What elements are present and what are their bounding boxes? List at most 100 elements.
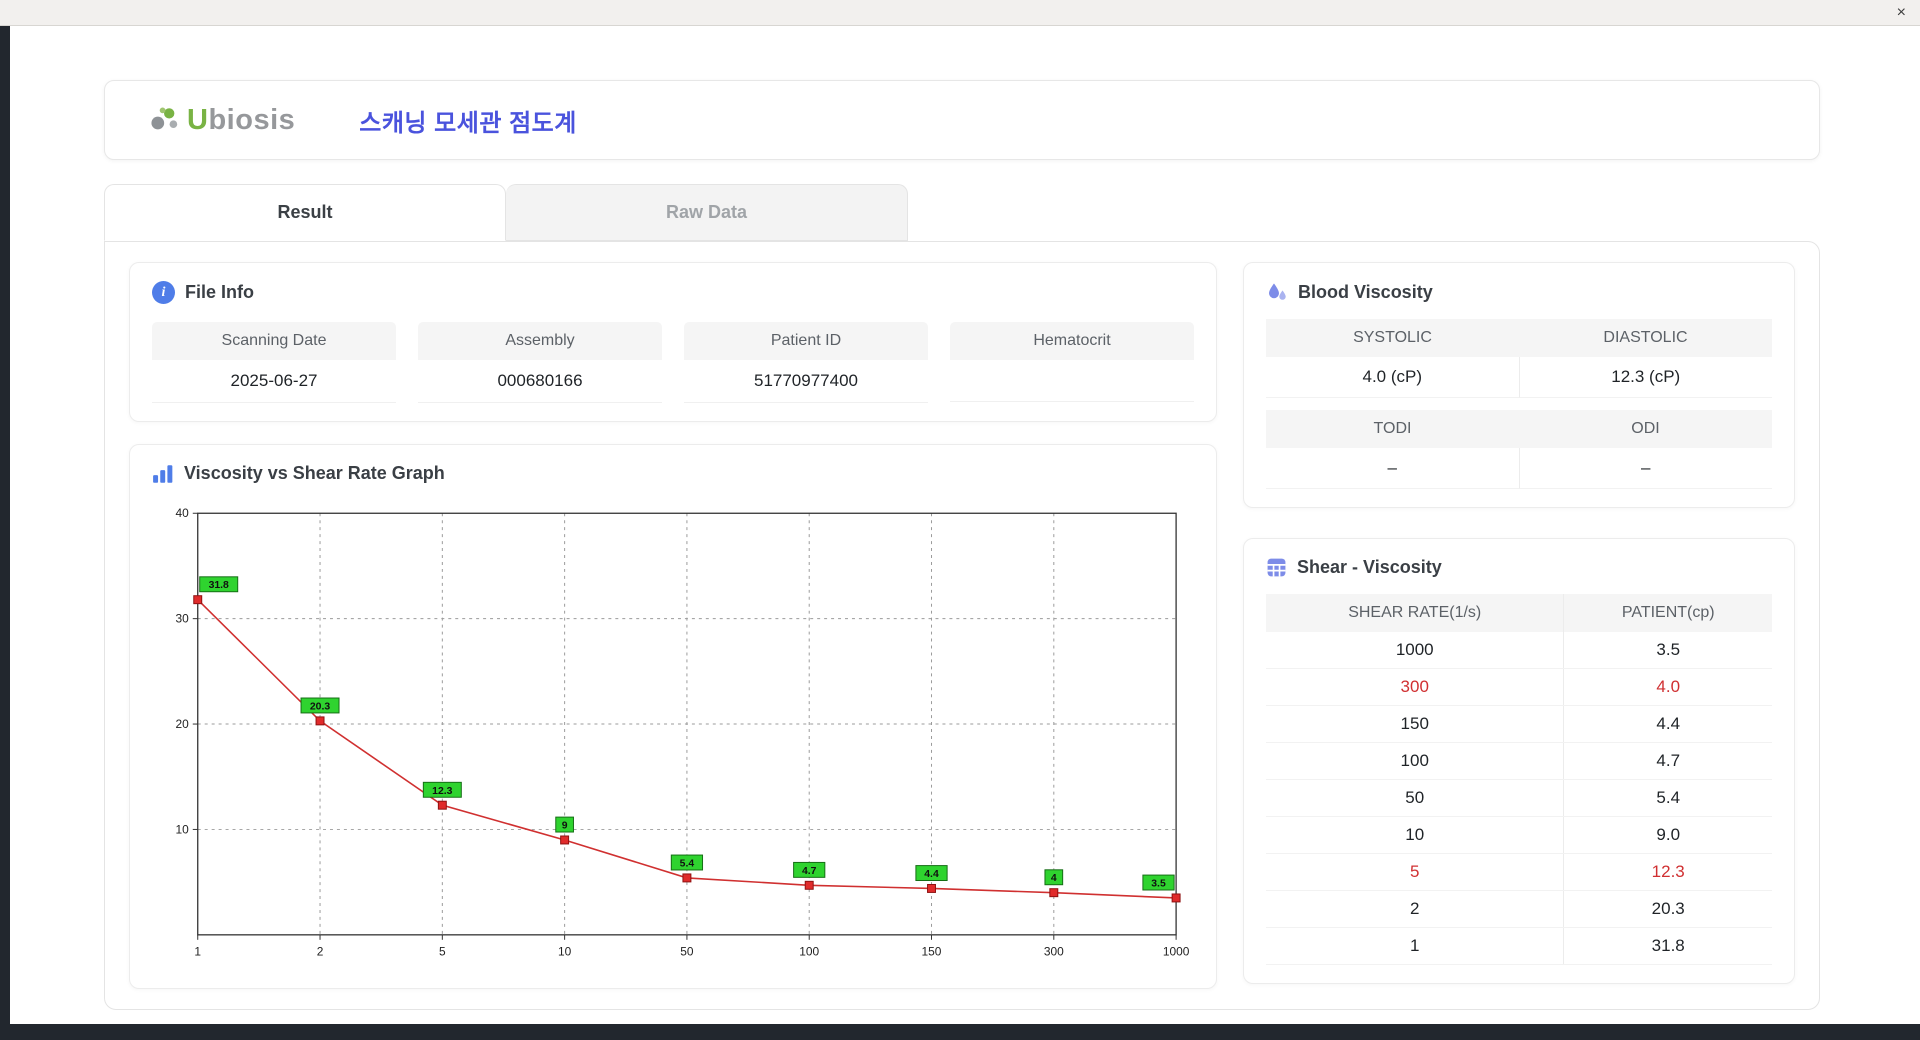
app-window: Ubiosis 스캐닝 모세관 점도계 Result Raw Data i Fi… — [10, 26, 1920, 1024]
blood-viscosity-header: Blood Viscosity — [1266, 281, 1772, 303]
graph-title: Viscosity vs Shear Rate Graph — [184, 463, 445, 483]
svg-text:30: 30 — [176, 612, 190, 626]
diastolic-label: DIASTOLIC — [1519, 319, 1772, 357]
right-column: Blood Viscosity SYSTOLIC DIASTOLIC 4.0 (… — [1243, 262, 1795, 989]
systolic-label: SYSTOLIC — [1266, 319, 1519, 357]
shear-viscosity-row: 100 4.7 — [1266, 742, 1772, 780]
shear-rate-cell: 150 — [1266, 705, 1564, 743]
patient-viscosity-cell: 3.5 — [1563, 632, 1772, 669]
svg-text:150: 150 — [922, 945, 942, 959]
blood-viscosity-title: Blood Viscosity — [1298, 281, 1433, 302]
shear-rate-cell: 10 — [1266, 816, 1564, 854]
svg-text:9: 9 — [562, 821, 568, 832]
shear-viscosity-row: 50 5.4 — [1266, 779, 1772, 817]
window-titlebar: × — [0, 0, 1920, 26]
shear-rate-cell: 2 — [1266, 890, 1564, 928]
file-info-field: Assembly 000680166 — [418, 322, 662, 403]
patient-viscosity-cell: 4.0 — [1563, 668, 1772, 706]
shear-viscosity-row: 150 4.4 — [1266, 705, 1772, 743]
shear-rate-cell: 5 — [1266, 853, 1564, 891]
field-label: Assembly — [418, 322, 662, 360]
shear-viscosity-header: Shear - Viscosity — [1266, 557, 1772, 578]
svg-text:31.8: 31.8 — [209, 580, 229, 591]
svg-text:40: 40 — [176, 506, 190, 520]
bar-chart-icon — [153, 464, 173, 483]
app-header: Ubiosis 스캐닝 모세관 점도계 — [104, 80, 1820, 160]
shear-viscosity-row: 300 4.0 — [1266, 668, 1772, 706]
col-shear-rate: SHEAR RATE(1/s) — [1266, 594, 1564, 632]
shear-viscosity-row: 10 9.0 — [1266, 816, 1772, 854]
svg-text:100: 100 — [799, 945, 819, 959]
patient-viscosity-cell: 4.4 — [1563, 705, 1772, 743]
table-icon — [1267, 558, 1286, 577]
todi-label: TODI — [1266, 410, 1519, 448]
field-value — [950, 360, 1194, 402]
logo-text: Ubiosis — [187, 104, 295, 137]
svg-text:4: 4 — [1051, 873, 1057, 884]
file-info-fields: Scanning Date 2025-06-27 Assembly 000680166… — [152, 322, 1194, 403]
patient-viscosity-cell: 20.3 — [1563, 890, 1772, 928]
svg-text:12.3: 12.3 — [432, 786, 452, 797]
patient-viscosity-cell: 9.0 — [1563, 816, 1772, 854]
shear-viscosity-row: 5 12.3 — [1266, 853, 1772, 891]
todi-value: – — [1266, 448, 1519, 489]
file-info-card: i File Info Scanning Date 2025-06-27 Assem… — [129, 262, 1217, 422]
svg-text:20.3: 20.3 — [310, 701, 330, 712]
shear-rate-cell: 300 — [1266, 668, 1564, 706]
svg-text:1000: 1000 — [1163, 945, 1190, 959]
info-icon: i — [152, 281, 175, 304]
col-patient: PATIENT(cp) — [1563, 594, 1772, 632]
ubiosis-logo: Ubiosis — [147, 102, 295, 138]
svg-text:2: 2 — [317, 945, 324, 959]
logo-leaf-icon — [151, 107, 178, 130]
shear-rate-cell: 1000 — [1266, 632, 1564, 669]
tab-raw-data[interactable]: Raw Data — [506, 184, 908, 241]
blood-viscosity-grid: SYSTOLIC DIASTOLIC 4.0 (cP) 12.3 (cP) TO… — [1266, 319, 1772, 489]
shear-viscosity-row: 1 31.8 — [1266, 927, 1772, 965]
svg-text:4.7: 4.7 — [802, 866, 817, 877]
diastolic-value: 12.3 (cP) — [1518, 357, 1772, 398]
logo-letters-rest: biosis — [208, 103, 296, 136]
systolic-value: 4.0 (cP) — [1266, 357, 1519, 398]
divider — [1266, 398, 1772, 410]
field-value: 000680166 — [418, 360, 662, 403]
field-label: Patient ID — [684, 322, 928, 360]
patient-viscosity-cell: 5.4 — [1563, 779, 1772, 817]
svg-text:300: 300 — [1044, 945, 1064, 959]
blood-viscosity-card: Blood Viscosity SYSTOLIC DIASTOLIC 4.0 (… — [1243, 262, 1795, 508]
patient-viscosity-cell: 4.7 — [1563, 742, 1772, 780]
viscosity-shear-chart: 10 20 30 40 1 2 5 10 50 100 150 300 1000 31.8 20.3 12.3… — [152, 496, 1194, 973]
svg-text:3.5: 3.5 — [1151, 879, 1166, 890]
droplet-icon — [1269, 283, 1286, 300]
file-info-field: Scanning Date 2025-06-27 — [152, 322, 396, 403]
svg-text:1: 1 — [194, 945, 201, 959]
shear-viscosity-title: Shear - Viscosity — [1297, 557, 1442, 577]
svg-text:5.4: 5.4 — [680, 858, 695, 869]
file-info-field: Hematocrit — [950, 322, 1194, 403]
svg-text:20: 20 — [176, 717, 190, 731]
svg-text:5: 5 — [439, 945, 446, 959]
left-column: i File Info Scanning Date 2025-06-27 Assem… — [129, 262, 1217, 989]
shear-viscosity-card: Shear - Viscosity SHEAR RATE(1/s) PATIEN… — [1243, 538, 1795, 984]
patient-viscosity-cell: 31.8 — [1563, 927, 1772, 965]
svg-text:50: 50 — [680, 945, 694, 959]
patient-viscosity-cell: 12.3 — [1563, 853, 1772, 891]
svg-text:10: 10 — [176, 822, 190, 836]
shear-viscosity-row: 1000 3.5 — [1266, 632, 1772, 669]
file-info-header: i File Info — [152, 281, 1194, 304]
tab-result[interactable]: Result — [104, 184, 506, 241]
field-label: Hematocrit — [950, 322, 1194, 360]
shear-viscosity-row: 2 20.3 — [1266, 890, 1772, 928]
content-panel: i File Info Scanning Date 2025-06-27 Assem… — [104, 241, 1820, 1010]
field-value: 51770977400 — [684, 360, 928, 403]
shear-rate-cell: 1 — [1266, 927, 1564, 965]
shear-viscosity-table: SHEAR RATE(1/s) PATIENT(cp) 1000 3.5 300 4.… — [1266, 594, 1772, 965]
graph-header: Viscosity vs Shear Rate Graph — [152, 463, 1194, 484]
graph-card: Viscosity vs Shear Rate Graph 10 20 30 40 1 2… — [129, 444, 1217, 989]
window-close-button[interactable]: × — [1897, 4, 1906, 21]
odi-label: ODI — [1519, 410, 1772, 448]
odi-value: – — [1518, 448, 1772, 489]
shear-rate-cell: 50 — [1266, 779, 1564, 817]
field-label: Scanning Date — [152, 322, 396, 360]
tab-bar: Result Raw Data — [104, 184, 1820, 241]
